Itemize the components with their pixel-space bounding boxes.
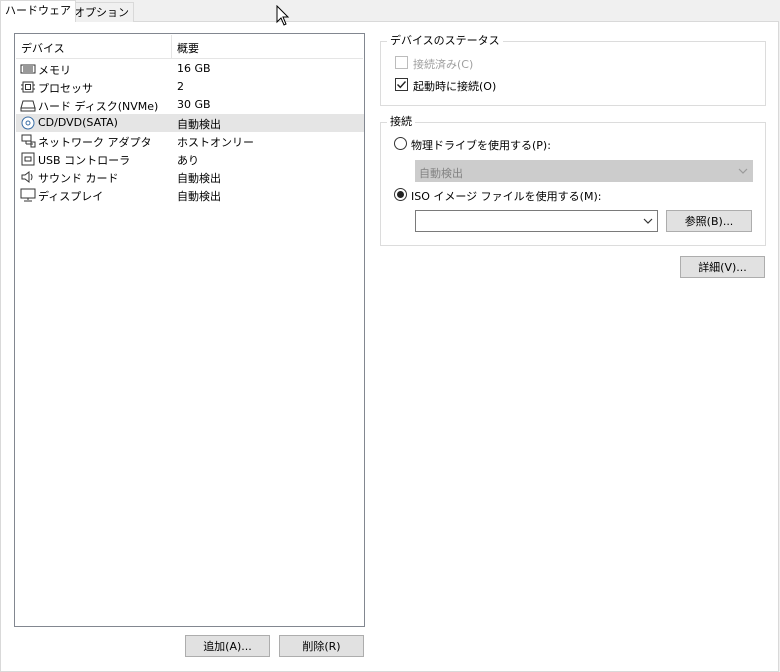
device-list[interactable]: デバイス 概要 メモリ 16 GB プロセッサ 2 ハード ディスク(NVMe)… <box>14 33 365 627</box>
chevron-down-icon <box>738 168 748 174</box>
device-name: CD/DVD(SATA) <box>38 116 118 129</box>
iso-image-radio[interactable] <box>394 188 407 201</box>
device-status-title: デバイスのステータス <box>387 34 503 48</box>
device-row-cd-dvd[interactable]: CD/DVD(SATA) 自動検出 <box>16 114 364 132</box>
device-name: ネットワーク アダプタ <box>38 136 152 149</box>
hard-disk-icon <box>20 100 36 112</box>
device-summary: 自動検出 <box>177 190 221 203</box>
chevron-down-icon <box>643 218 653 224</box>
connect-at-power-on-checkbox[interactable] <box>395 78 408 91</box>
device-summary: 2 <box>177 80 184 93</box>
device-name: ディスプレイ <box>38 190 104 203</box>
device-row-display[interactable]: ディスプレイ 自動検出 <box>16 186 364 204</box>
device-summary: ホストオンリー <box>177 136 254 149</box>
checkmark-icon <box>397 81 407 89</box>
tab-hardware[interactable]: ハードウェア <box>0 0 76 22</box>
sound-card-icon <box>21 171 33 183</box>
column-separator[interactable] <box>171 35 172 59</box>
physical-drive-label: 物理ドライブを使用する(P): <box>411 139 551 152</box>
device-row-processor[interactable]: プロセッサ 2 <box>16 78 364 96</box>
display-icon <box>20 188 36 202</box>
network-adapter-icon <box>21 134 36 148</box>
connected-label: 接続済み(C) <box>413 58 474 71</box>
device-name: メモリ <box>38 64 71 77</box>
device-summary: 自動検出 <box>177 118 221 131</box>
column-header-device[interactable]: デバイス <box>21 40 65 56</box>
device-name: プロセッサ <box>38 82 93 95</box>
iso-path-combo[interactable] <box>415 210 658 232</box>
device-name: USB コントローラ <box>38 154 131 167</box>
device-list-header: デバイス 概要 <box>16 35 363 59</box>
browse-button[interactable]: 参照(B)... <box>666 210 752 232</box>
physical-drive-value: 自動検出 <box>419 167 463 180</box>
connection-group: 接続 物理ドライブを使用する(P): 自動検出 ISO イメージ ファイルを使用… <box>380 115 766 246</box>
physical-drive-radio[interactable] <box>394 137 407 150</box>
connect-at-power-on-label: 起動時に接続(O) <box>413 80 497 93</box>
device-summary: 16 GB <box>177 62 211 75</box>
connection-title: 接続 <box>387 115 415 129</box>
physical-drive-select[interactable]: 自動検出 <box>415 160 753 182</box>
add-button[interactable]: 追加(A)... <box>185 635 270 657</box>
device-summary: 自動検出 <box>177 172 221 185</box>
device-row-sound-card[interactable]: サウンド カード 自動検出 <box>16 168 364 186</box>
memory-icon <box>20 64 36 74</box>
cd-dvd-icon <box>21 116 35 130</box>
device-name: ハード ディスク(NVMe) <box>38 100 159 113</box>
connected-checkbox[interactable] <box>395 56 408 69</box>
device-row-memory[interactable]: メモリ 16 GB <box>16 60 364 78</box>
remove-button[interactable]: 削除(R) <box>279 635 364 657</box>
column-header-summary[interactable]: 概要 <box>177 40 199 56</box>
device-status-group: デバイスのステータス 接続済み(C) 起動時に接続(O) <box>380 34 766 106</box>
device-name: サウンド カード <box>38 172 119 185</box>
usb-controller-icon <box>21 152 35 166</box>
device-row-usb-controller[interactable]: USB コントローラ あり <box>16 150 364 168</box>
device-summary: あり <box>177 154 199 167</box>
details-button[interactable]: 詳細(V)... <box>680 256 765 278</box>
iso-image-label: ISO イメージ ファイルを使用する(M): <box>411 190 602 203</box>
processor-icon <box>21 81 35 93</box>
device-row-network-adapter[interactable]: ネットワーク アダプタ ホストオンリー <box>16 132 364 150</box>
mouse-pointer-icon <box>276 5 290 26</box>
device-summary: 30 GB <box>177 98 211 111</box>
device-row-hard-disk[interactable]: ハード ディスク(NVMe) 30 GB <box>16 96 364 114</box>
tab-options[interactable]: オプション <box>69 2 134 22</box>
